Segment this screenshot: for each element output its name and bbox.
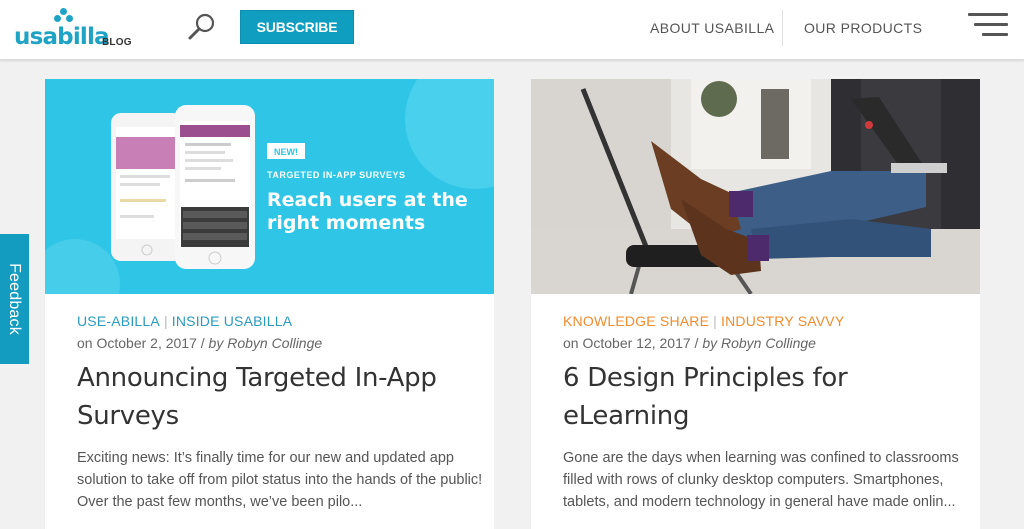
image-headline-line-2: right moments	[267, 212, 425, 234]
post-card[interactable]: KNOWLEDGE SHARE | INDUSTRY SAVVY on Octobe…	[531, 79, 980, 529]
post-date: on October 12, 2017	[563, 335, 691, 351]
post-title[interactable]: 6 Design Principles for eLearning	[563, 359, 973, 435]
nav-about-usabilla[interactable]: ABOUT USABILLA	[650, 20, 774, 36]
hamburger-menu-icon[interactable]	[968, 13, 1008, 39]
feedback-tab-label: Feedback	[6, 263, 23, 335]
usabilla-blog-logo[interactable]: usabilla BLOG	[14, 8, 139, 52]
logo-wordmark: usabilla	[14, 24, 110, 50]
post-date: on October 2, 2017	[77, 335, 197, 351]
site-header: usabilla BLOG SUBSCRIBE ABOUT USABILLA O…	[0, 0, 1024, 60]
category-separator: |	[713, 313, 717, 329]
post-categories: KNOWLEDGE SHARE | INDUSTRY SAVVY	[563, 309, 973, 333]
category-link-use-abilla[interactable]: USE-ABILLA	[77, 313, 160, 329]
category-link-knowledge-share[interactable]: KNOWLEDGE SHARE	[563, 313, 709, 329]
post-excerpt: Exciting news: It’s finally time for our…	[77, 450, 483, 510]
post-meta: on October 2, 2017 / by Robyn Collinge	[77, 335, 323, 351]
category-link-industry-savvy[interactable]: INDUSTRY SAVVY	[721, 313, 844, 329]
post-image-targeted-surveys[interactable]: NEW! TARGETED IN-APP SURVEYS Reach users…	[45, 79, 494, 294]
post-image-elearning[interactable]	[531, 79, 980, 294]
post-excerpt: Gone are the days when learning was conf…	[563, 450, 959, 510]
search-icon[interactable]	[186, 11, 218, 43]
image-headline-line-1: Reach users at the	[267, 189, 468, 211]
post-author: by Robyn Collinge	[208, 335, 323, 351]
post-body: KNOWLEDGE SHARE | INDUSTRY SAVVY on Octobe…	[563, 309, 973, 513]
post-meta: on October 12, 2017 / by Robyn Collinge	[563, 335, 816, 351]
post-card[interactable]: NEW! TARGETED IN-APP SURVEYS Reach users…	[45, 79, 494, 529]
category-link-inside-usabilla[interactable]: INSIDE USABILLA	[172, 313, 293, 329]
image-badge: NEW!	[274, 147, 298, 157]
feedback-tab[interactable]: Feedback	[0, 234, 29, 364]
post-categories: USE-ABILLA | INSIDE USABILLA	[77, 309, 487, 333]
image-kicker: TARGETED IN-APP SURVEYS	[267, 170, 406, 180]
in-app-surveys-illustration: NEW! TARGETED IN-APP SURVEYS Reach users…	[45, 79, 494, 294]
subscribe-button[interactable]: SUBSCRIBE	[240, 10, 354, 44]
person-relaxing-photo	[531, 79, 980, 294]
category-separator: |	[163, 313, 168, 329]
post-author: by Robyn Collinge	[702, 335, 816, 351]
post-title[interactable]: Announcing Targeted In-App Surveys	[77, 359, 487, 435]
logo-blog-label: BLOG	[102, 37, 132, 48]
nav-our-products[interactable]: OUR PRODUCTS	[804, 20, 922, 36]
nav-divider	[782, 10, 783, 46]
post-body: USE-ABILLA | INSIDE USABILLA on October 2,…	[77, 309, 487, 513]
